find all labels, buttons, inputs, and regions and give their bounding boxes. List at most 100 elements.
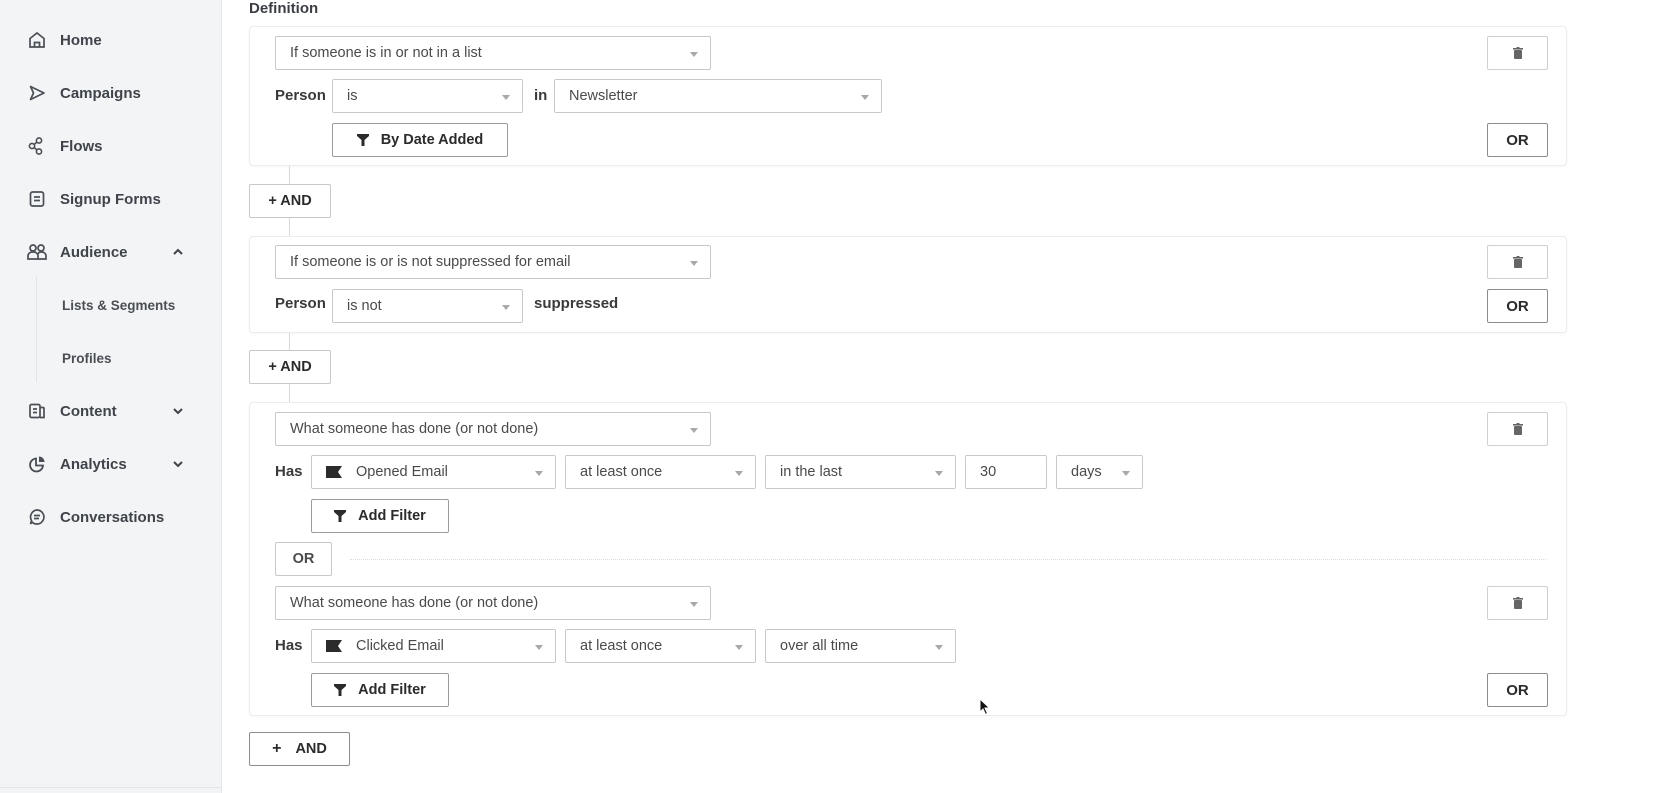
home-icon [26,29,48,51]
select-value: If someone is or is not suppressed for e… [290,254,571,270]
caret-down-icon [690,428,698,433]
condition-card-activity: What someone has done (or not done) Has … [249,402,1567,716]
condition-type-select[interactable]: What someone has done (or not done) [275,586,711,620]
caret-down-icon [735,471,743,476]
filter-icon [356,134,369,146]
caret-down-icon [690,261,698,266]
sidebar-item-conversations[interactable]: Conversations [26,505,196,529]
trash-icon [1512,47,1523,59]
caret-down-icon [690,602,698,607]
frequency-select[interactable]: at least once [565,629,756,663]
sidebar-item-label: Content [60,402,117,420]
form-icon [26,188,48,210]
trash-icon [1512,597,1523,609]
delete-condition-button[interactable] [1487,245,1548,279]
or-button[interactable]: OR [1487,289,1548,323]
filter-icon [334,684,347,696]
and-button[interactable]: + AND [249,184,331,218]
segment-definition-editor: Definition If someone is in or not in a … [222,0,1672,793]
condition-type-select[interactable]: What someone has done (or not done) [275,412,711,446]
button-label: Add Filter [358,682,426,698]
delete-condition-button[interactable] [1487,412,1548,446]
section-label-definition: Definition [249,0,319,17]
metric-flag-icon [326,640,342,652]
select-value: in the last [780,464,843,480]
filter-icon [334,510,347,522]
caret-down-icon [935,471,943,476]
sidebar-item-label: Home [60,31,102,49]
list-select[interactable]: Newsletter [554,79,882,113]
or-button[interactable]: OR [1487,123,1548,157]
send-icon [26,82,48,104]
select-value: over all time [780,638,859,654]
select-value: at least once [580,638,663,654]
caret-down-icon [861,95,869,100]
sidebar-item-audience[interactable]: Audience [26,240,196,264]
delete-condition-button[interactable] [1487,586,1548,620]
operator-select[interactable]: is not [332,289,523,323]
select-value: is [347,88,358,104]
caret-down-icon [502,95,510,100]
chevron-up-icon[interactable] [170,244,186,260]
metric-select[interactable]: Clicked Email [311,629,556,663]
sidebar-subitem-lists-segments[interactable]: Lists & Segments [62,298,175,313]
chevron-down-icon[interactable] [170,403,186,419]
timeframe-amount-input[interactable]: 30 [965,455,1047,489]
condition-type-select[interactable]: If someone is in or not in a list [275,36,711,70]
sidebar-item-home[interactable]: Home [26,28,196,52]
select-value: days [1071,464,1102,480]
timeframe-unit-select[interactable]: days [1056,455,1143,489]
sidebar-item-label: Signup Forms [60,190,161,208]
caret-down-icon [535,471,543,476]
timeframe-select[interactable]: over all time [765,629,956,663]
add-and-condition-button[interactable]: + AND [249,732,350,766]
timeframe-select[interactable]: in the last [765,455,956,489]
condition-type-select[interactable]: If someone is or is not suppressed for e… [275,245,711,279]
sidebar-item-campaigns[interactable]: Campaigns [26,81,196,105]
select-value: Newsletter [569,88,638,104]
sidebar-footer-divider [0,787,222,793]
connector-line [289,333,290,350]
conversations-icon [26,506,48,528]
caret-down-icon [935,645,943,650]
flows-icon [26,135,48,157]
connector-line [289,384,290,402]
suppressed-label: suppressed [534,295,619,312]
frequency-select[interactable]: at least once [565,455,756,489]
select-value: What someone has done (or not done) [290,595,539,611]
sidebar: Home Campaigns Flows Signup Forms Audien… [0,0,222,793]
trash-icon [1512,256,1523,268]
row-label-person: Person [275,87,326,104]
add-filter-button[interactable]: Add Filter [311,673,449,707]
row-label-has: Has [275,463,303,480]
select-value: Clicked Email [356,638,444,654]
select-value: Opened Email [356,464,448,480]
add-filter-button[interactable]: Add Filter [311,499,449,533]
connector-line [289,218,290,236]
and-button[interactable]: + AND [249,350,331,384]
operator-select[interactable]: is [332,79,523,113]
row-label-has: Has [275,637,303,654]
submenu-guide-line [36,276,37,382]
caret-down-icon [535,645,543,650]
sidebar-item-label: Flows [60,137,103,155]
joiner-in: in [534,87,548,104]
select-value: is not [347,298,382,314]
sidebar-item-analytics[interactable]: Analytics [26,452,196,476]
button-label: AND [295,741,327,757]
sidebar-item-signup-forms[interactable]: Signup Forms [26,187,196,211]
sidebar-item-label: Conversations [60,508,165,526]
delete-condition-button[interactable] [1487,36,1548,70]
or-button[interactable]: OR [1487,673,1548,707]
sidebar-item-label: Audience [60,243,128,261]
sidebar-item-label: Campaigns [60,84,141,102]
chevron-down-icon[interactable] [170,456,186,472]
sidebar-item-content[interactable]: Content [26,399,196,423]
sidebar-item-flows[interactable]: Flows [26,134,196,158]
caret-down-icon [502,305,510,310]
metric-select[interactable]: Opened Email [311,455,556,489]
select-value: at least once [580,464,663,480]
content-icon [26,400,48,422]
sidebar-subitem-profiles[interactable]: Profiles [62,351,112,366]
by-date-added-button[interactable]: By Date Added [332,123,508,157]
